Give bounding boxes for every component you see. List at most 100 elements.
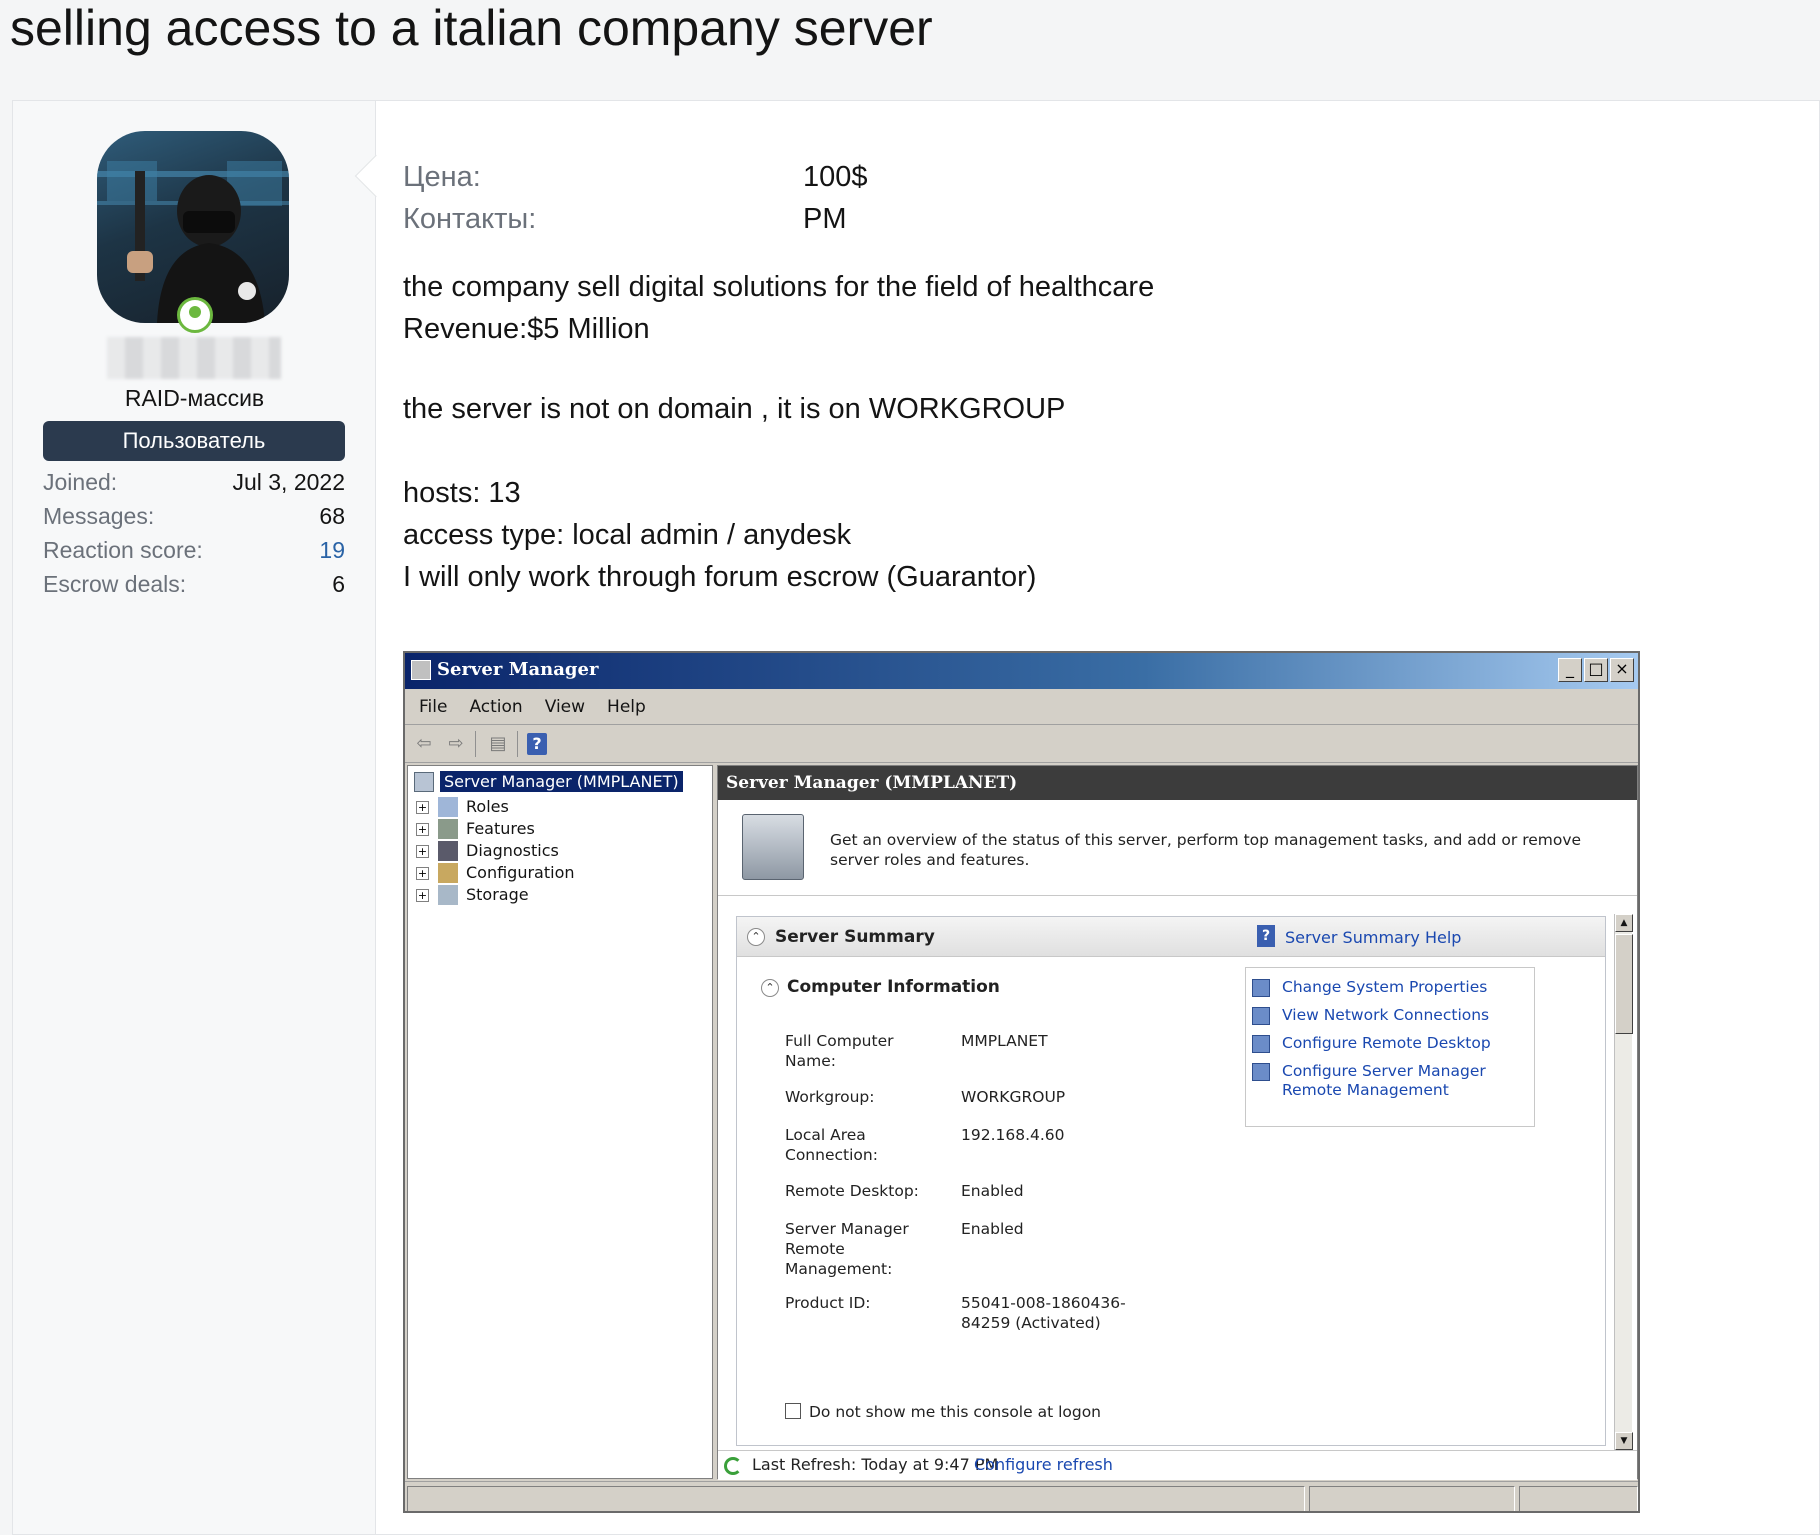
overview-section: Get an overview of the status of this se… xyxy=(718,800,1637,896)
info-value: 192.168.4.60 xyxy=(961,1126,1065,1144)
computer-information-title: Computer Information xyxy=(787,977,1000,997)
pane-title: Server Manager (MMPLANET) xyxy=(718,766,1637,800)
info-label: Server Manager Remote Management: xyxy=(785,1220,909,1278)
server-icon xyxy=(414,772,434,792)
tasks-box: Change System Properties View Network Co… xyxy=(1245,967,1535,1127)
storage-icon xyxy=(438,885,458,905)
configure-refresh-link: Configure refresh xyxy=(974,1455,1113,1474)
stat-joined: Joined: Jul 3, 2022 xyxy=(43,465,345,499)
post-text-line: hosts: 13 xyxy=(403,477,521,509)
post-text-line: the server is not on domain , it is on W… xyxy=(403,393,1066,425)
navigation-tree: Server Manager (MMPLANET) + Roles + Feat… xyxy=(407,765,713,1479)
logon-checkbox-label: Do not show me this console at logon xyxy=(809,1403,1102,1421)
server-manager-screenshot[interactable]: Server Manager _ □ × File Action View He… xyxy=(403,651,1640,1513)
forward-arrow-icon: ⇨ xyxy=(448,733,464,754)
stat-value: 6 xyxy=(332,571,345,597)
toolbar: ⇦ ⇨ ▤ ? xyxy=(405,725,1638,763)
scroll-thumb xyxy=(1615,934,1633,1034)
user-stats: Joined: Jul 3, 2022 Messages: 68 Reactio… xyxy=(43,465,345,601)
menu-bar: File Action View Help xyxy=(405,689,1638,725)
server-summary-title: Server Summary xyxy=(775,927,935,947)
network-connections-icon xyxy=(1252,1007,1270,1025)
configuration-icon xyxy=(438,863,458,883)
username[interactable]: RAID-массив xyxy=(13,385,376,412)
last-refresh-text: Last Refresh: Today at 9:47 PM xyxy=(752,1455,999,1474)
info-value: 55041-008-1860436-84259 (Activated) xyxy=(961,1294,1126,1332)
refresh-bar: Last Refresh: Today at 9:47 PM Configure… xyxy=(718,1450,1637,1480)
window-controls: _ □ × xyxy=(1558,658,1634,682)
avatar[interactable] xyxy=(97,131,289,323)
stat-messages: Messages: 68 xyxy=(43,499,345,533)
server-summary-help-link: Server Summary Help xyxy=(1285,928,1462,947)
remote-desktop-icon xyxy=(1252,1035,1270,1053)
toolbar-separator xyxy=(517,731,518,757)
menu-help: Help xyxy=(607,696,646,717)
window-title: Server Manager xyxy=(437,659,599,680)
info-value: MMPLANET xyxy=(961,1032,1048,1050)
task-label: Change System Properties xyxy=(1282,978,1488,996)
overview-text: Get an overview of the status of this se… xyxy=(830,831,1582,869)
info-value: Enabled xyxy=(961,1220,1024,1238)
expand-icon: + xyxy=(416,823,429,836)
remote-management-icon xyxy=(1252,1063,1270,1081)
logon-checkbox xyxy=(785,1403,801,1419)
task-label: View Network Connections xyxy=(1282,1006,1490,1024)
stat-value: 68 xyxy=(319,503,345,529)
status-cell xyxy=(1309,1486,1515,1511)
expand-icon: + xyxy=(416,845,429,858)
minimize-icon: _ xyxy=(1558,658,1582,682)
expand-icon: + xyxy=(416,801,429,814)
scroll-down-icon: ▼ xyxy=(1615,1432,1633,1450)
reaction-score-link[interactable]: 19 xyxy=(319,533,345,567)
status-bar xyxy=(405,1481,1638,1511)
window-titlebar: Server Manager _ □ × xyxy=(405,653,1638,689)
scroll-up-icon: ▲ xyxy=(1615,914,1633,932)
features-icon xyxy=(438,819,458,839)
stat-label: Reaction score: xyxy=(43,537,203,563)
user-info-panel: RAID-массив Пользователь Joined: Jul 3, … xyxy=(13,101,376,1534)
tree-item-label: Diagnostics xyxy=(466,841,559,860)
stat-label: Joined: xyxy=(43,469,118,495)
server-manager-icon xyxy=(411,660,431,680)
info-label: Workgroup: xyxy=(785,1088,875,1106)
info-label: Remote Desktop: xyxy=(785,1182,919,1200)
post-text-line: access type: local admin / anydesk xyxy=(403,519,852,551)
user-role-badge: Пользователь xyxy=(43,421,345,461)
stat-reaction-score: Reaction score: 19 xyxy=(43,533,345,567)
status-cell xyxy=(407,1486,1305,1511)
expand-icon: + xyxy=(416,867,429,880)
info-label: Product ID: xyxy=(785,1294,871,1312)
field-label: Контакты: xyxy=(403,203,537,235)
info-label: Local Area Connection: xyxy=(785,1126,878,1164)
stat-escrow-deals: Escrow deals: 6 xyxy=(43,567,345,601)
field-value: 100$ xyxy=(803,161,868,193)
blurred-username-banner xyxy=(107,337,281,379)
menu-file: File xyxy=(419,696,448,717)
menu-action: Action xyxy=(469,696,523,717)
expand-icon: + xyxy=(416,889,429,902)
toolbar-separator xyxy=(475,731,476,757)
back-arrow-icon: ⇦ xyxy=(416,733,432,754)
collapse-icon: ⌃ xyxy=(761,979,779,997)
tree-item-label: Storage xyxy=(466,885,529,904)
post-text-line: the company sell digital solutions for t… xyxy=(403,271,1155,303)
info-value: WORKGROUP xyxy=(961,1088,1066,1106)
collapse-icon: ⌃ xyxy=(747,928,765,946)
online-status-icon xyxy=(177,297,213,333)
stat-label: Messages: xyxy=(43,503,155,529)
vertical-scrollbar: ▲ ▼ xyxy=(1614,914,1633,1450)
info-label: Full Computer Name: xyxy=(785,1032,894,1070)
tree-root-label: Server Manager (MMPLANET) xyxy=(440,771,683,792)
info-value: Enabled xyxy=(961,1182,1024,1200)
server-summary-header: ⌃ Server Summary ? Server Summary Help xyxy=(737,917,1605,957)
status-cell xyxy=(1519,1486,1638,1511)
post: RAID-массив Пользователь Joined: Jul 3, … xyxy=(12,100,1820,1535)
close-icon: × xyxy=(1610,658,1634,682)
post-text-line: I will only work through forum escrow (G… xyxy=(403,561,1037,593)
help-book-icon: ? xyxy=(1257,925,1275,947)
tree-item-label: Features xyxy=(466,819,535,838)
task-label: Configure Remote Desktop xyxy=(1282,1034,1491,1052)
maximize-icon: □ xyxy=(1584,658,1608,682)
task-label: Configure Server Manager Remote Manageme… xyxy=(1282,1062,1486,1099)
thread-title: selling access to a italian company serv… xyxy=(10,0,933,56)
